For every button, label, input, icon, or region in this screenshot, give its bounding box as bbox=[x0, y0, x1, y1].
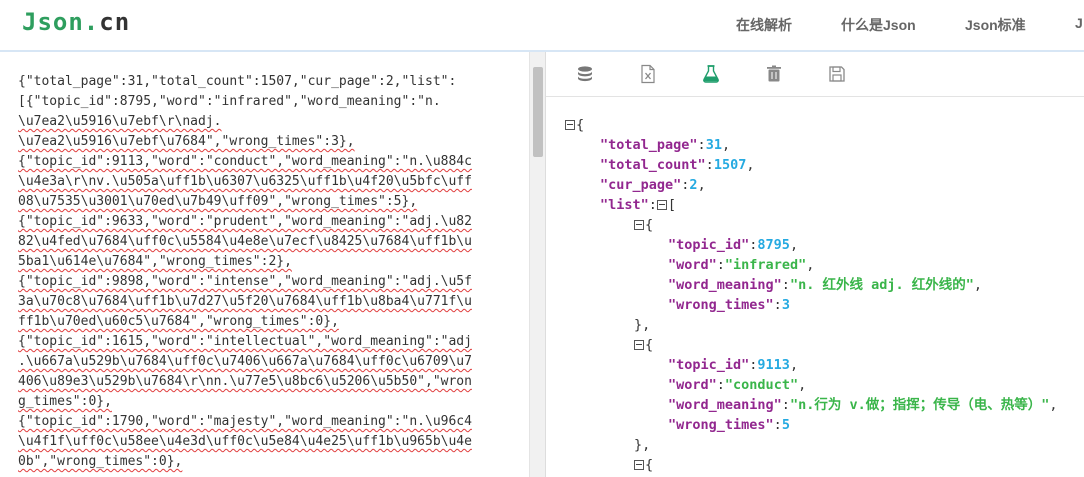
json-key: "word" bbox=[668, 257, 717, 273]
raw-line: \u4e3a\r\nv.\u505a\uff1b\u6307\u6325\uff… bbox=[18, 174, 472, 189]
json-number: 31 bbox=[705, 137, 722, 153]
json-string: "conduct" bbox=[724, 377, 799, 393]
header-bar: Json.cn 在线解析 什么是Json Json标准 J bbox=[0, 0, 1084, 52]
collapse-list-icon[interactable] bbox=[656, 200, 667, 210]
logo-text-cn: cn bbox=[99, 8, 131, 36]
tree-row-word-meaning: "word_meaning":"n.行为 v.做；指挥；传导（电、热等）", bbox=[668, 397, 1058, 413]
nav-online-parse[interactable]: 在线解析 bbox=[736, 15, 792, 35]
collapse-root-icon[interactable] bbox=[565, 120, 575, 130]
raw-line: {"total_page":31,"total_count":1507,"cur… bbox=[18, 74, 457, 89]
raw-line: 406\u89e3\u529b\u7684\r\nn.\u77e5\u8bc6\… bbox=[18, 374, 472, 389]
tree-row-list: "list":[ bbox=[600, 197, 677, 213]
raw-json-text[interactable]: {"total_page":31,"total_count":1507,"cur… bbox=[18, 72, 523, 472]
scrollbar-thumb[interactable] bbox=[533, 67, 543, 157]
viewer-toolbar bbox=[546, 52, 1084, 97]
json-key: "word" bbox=[668, 377, 717, 393]
collapse-item-icon[interactable] bbox=[634, 460, 644, 470]
tree-row-topic-id: "topic_id":9113, bbox=[668, 357, 799, 373]
nav-what-is-json[interactable]: 什么是Json bbox=[841, 15, 916, 35]
input-scrollbar[interactable] bbox=[529, 52, 545, 477]
json-number: 2 bbox=[689, 177, 698, 193]
logo-text-dot: . bbox=[83, 8, 100, 36]
json-string: "infrared" bbox=[724, 257, 807, 273]
json-key: "total_page" bbox=[600, 137, 698, 153]
collapse-item-icon[interactable] bbox=[634, 220, 644, 230]
json-key: "wrong_times" bbox=[668, 297, 774, 313]
tree-row-word: "word":"conduct", bbox=[668, 377, 807, 393]
excel-file-icon[interactable] bbox=[638, 64, 658, 84]
raw-line: \u7ea2\u5916\u7ebf\u7684","wrong_times":… bbox=[18, 134, 355, 149]
tree-item-open: { bbox=[634, 215, 653, 235]
raw-line: {"topic_id":9633,"word":"prudent","word_… bbox=[18, 214, 472, 229]
json-string: "n. 红外线 adj. 红外线的" bbox=[789, 277, 974, 293]
site-logo[interactable]: Json.cn bbox=[22, 8, 130, 36]
database-icon[interactable] bbox=[575, 64, 595, 84]
tree-row-wrong-times: "wrong_times":5 bbox=[668, 417, 790, 433]
json-key: "wrong_times" bbox=[668, 417, 774, 433]
raw-line: 3a\u70c8\u7684\uff1b\u7d27\u5f20\u7684\u… bbox=[18, 294, 472, 309]
raw-line: 08\u7535\u3001\u70ed\u7b49\uff09","wrong… bbox=[18, 194, 418, 209]
json-key: "word_meaning" bbox=[668, 277, 782, 293]
json-key: "total_count" bbox=[600, 157, 706, 173]
collapse-item-icon[interactable] bbox=[634, 340, 644, 350]
nav-json-standard[interactable]: Json标准 bbox=[965, 15, 1026, 35]
json-key: "list" bbox=[600, 197, 649, 213]
tree-item-open: { bbox=[634, 455, 653, 475]
raw-line: .\u667a\u529b\u7684\uff0c\u7406\u667a\u7… bbox=[18, 354, 472, 369]
raw-line: 5ba1\u614e\u7684","wrong_times":2}, bbox=[18, 254, 292, 269]
tree-item-close: }, bbox=[634, 437, 651, 453]
tree-item-open: { bbox=[634, 335, 653, 355]
raw-line: {"topic_id":1790,"word":"majesty","word_… bbox=[18, 414, 472, 429]
tree-row-cur-page: "cur_page":2, bbox=[600, 177, 706, 193]
raw-line: {"topic_id":1615,"word":"intellectual","… bbox=[18, 334, 472, 349]
raw-line: {"topic_id":9113,"word":"conduct","word_… bbox=[18, 154, 472, 169]
tree-row-wrong-times: "wrong_times":3 bbox=[668, 297, 790, 313]
tree-row-total-count: "total_count":1507, bbox=[600, 157, 755, 173]
json-key: "cur_page" bbox=[600, 177, 682, 193]
json-number: 8795 bbox=[757, 237, 790, 253]
raw-line: g_times":0}, bbox=[18, 394, 112, 409]
tree-row-word-meaning: "word_meaning":"n. 红外线 adj. 红外线的", bbox=[668, 277, 982, 293]
json-key: "topic_id" bbox=[668, 357, 750, 373]
raw-json-input[interactable]: {"total_page":31,"total_count":1507,"cur… bbox=[0, 52, 546, 477]
raw-line: \u4f1f\uff0c\u58ee\u4e3d\uff0c\u5e84\u4e… bbox=[18, 434, 472, 449]
tree-row-total-page: "total_page":31, bbox=[600, 137, 731, 153]
nav-more[interactable]: J bbox=[1075, 15, 1083, 31]
json-string: "n.行为 v.做；指挥；传导（电、热等）" bbox=[789, 397, 1050, 413]
flask-icon[interactable] bbox=[701, 64, 721, 84]
tree-root-open: { bbox=[565, 115, 584, 135]
json-number: 1507 bbox=[713, 157, 747, 173]
json-key: "topic_id" bbox=[668, 237, 750, 253]
save-icon[interactable] bbox=[827, 64, 847, 84]
json-number: 9113 bbox=[757, 357, 790, 373]
raw-line: {"topic_id":9898,"word":"intense","word_… bbox=[18, 274, 472, 289]
trash-icon[interactable] bbox=[764, 64, 784, 84]
raw-line: ff1b\u70ed\u60c5\u7684","wrong_times":0}… bbox=[18, 314, 339, 329]
json-key: "word_meaning" bbox=[668, 397, 782, 413]
json-number: 5 bbox=[781, 417, 790, 433]
tree-item-close: }, bbox=[634, 317, 651, 333]
raw-line: 82\u4fed\u7684\uff0c\u5584\u4e8e\u7ecf\u… bbox=[18, 234, 472, 249]
json-number: 3 bbox=[781, 297, 790, 313]
tree-row-topic-id: "topic_id":8795, bbox=[668, 237, 799, 253]
raw-line: [{"topic_id":8795,"word":"infrared","wor… bbox=[18, 94, 441, 109]
tree-row-word: "word":"infrared", bbox=[668, 257, 815, 273]
raw-line: \u7ea2\u5916\u7ebf\r\nadj. bbox=[18, 114, 222, 129]
logo-text-json: Json bbox=[22, 8, 84, 36]
raw-line: 0b","wrong_times":0}, bbox=[18, 454, 183, 469]
